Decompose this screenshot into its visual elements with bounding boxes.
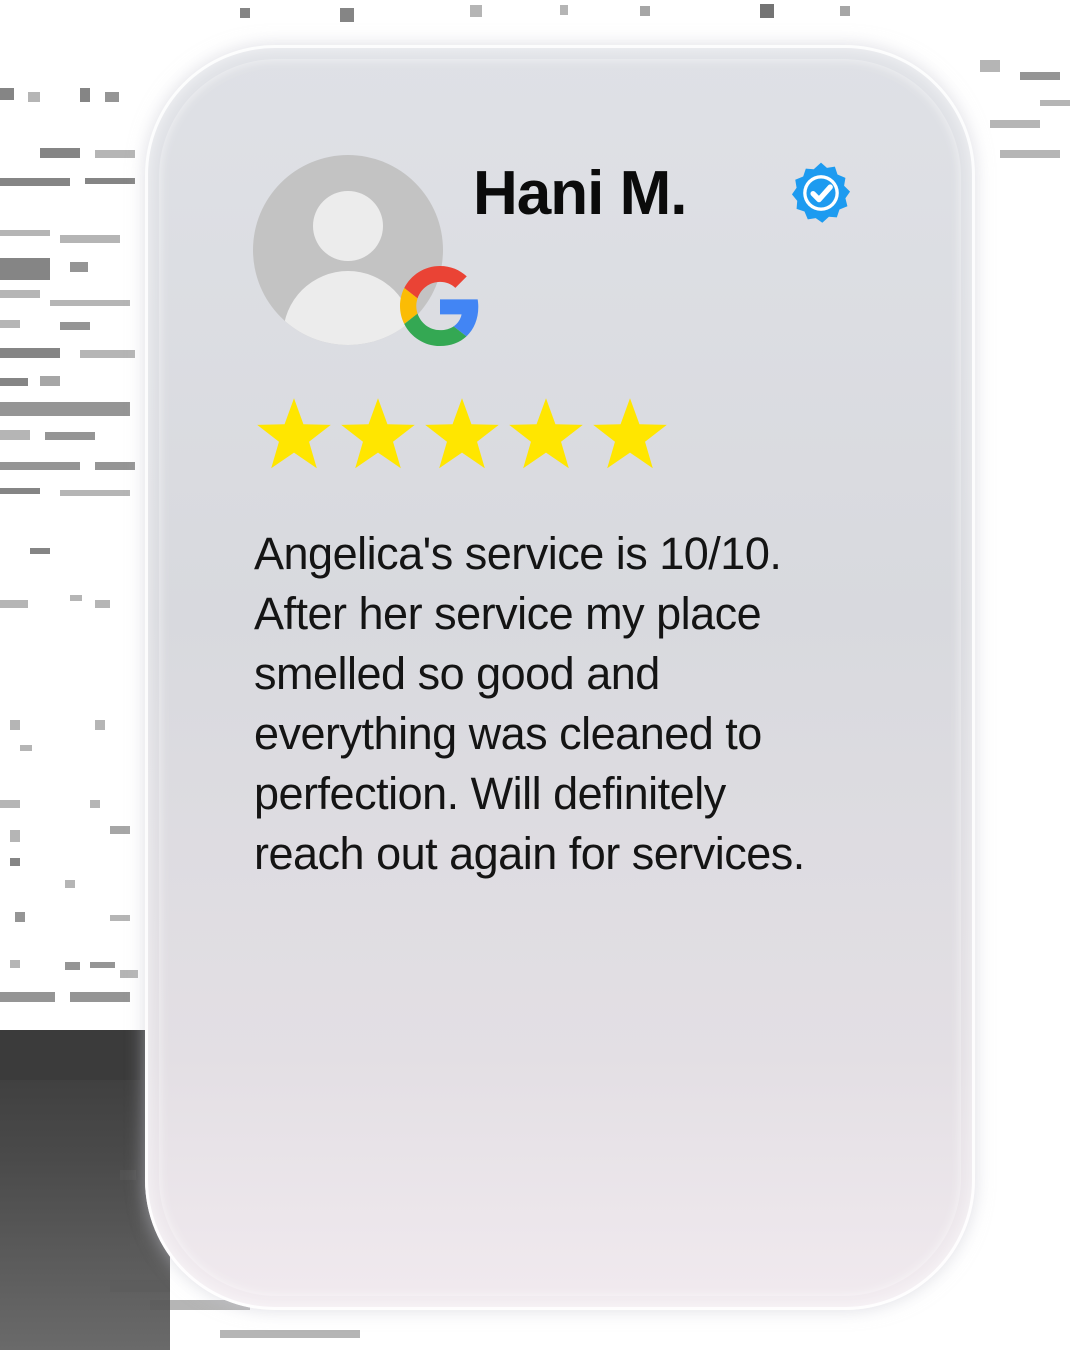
star-icon bbox=[341, 398, 415, 469]
glitch-pixel bbox=[130, 1240, 144, 1254]
glitch-pixel bbox=[10, 858, 20, 866]
avatar-body bbox=[283, 271, 413, 345]
glitch-pixel bbox=[60, 490, 130, 496]
glitch-pixel bbox=[40, 376, 60, 386]
glitch-pixel bbox=[120, 970, 138, 978]
glitch-pixel bbox=[0, 88, 14, 100]
glitch-pixel bbox=[80, 350, 135, 358]
glitch-pixel bbox=[0, 800, 20, 808]
glitch-pixel bbox=[0, 462, 80, 470]
glitch-pixel bbox=[70, 595, 82, 601]
glitch-pixel bbox=[10, 960, 20, 968]
reviewer-name: Hani M. bbox=[473, 159, 687, 228]
glitch-pixel bbox=[840, 6, 850, 16]
verified-badge-icon bbox=[791, 162, 851, 223]
star-icon bbox=[257, 398, 331, 469]
glitch-pixel bbox=[95, 600, 110, 608]
glitch-pixel bbox=[10, 830, 20, 842]
glitch-pixel bbox=[70, 992, 130, 1002]
glitch-pixel bbox=[120, 1170, 136, 1180]
glitch-pixel bbox=[990, 120, 1040, 128]
glitch-pixel bbox=[60, 235, 120, 243]
glitch-pixel bbox=[10, 720, 20, 730]
glitch-pixel bbox=[95, 150, 135, 158]
glitch-pixel bbox=[60, 322, 90, 330]
glitch-pixel bbox=[85, 178, 135, 184]
glitch-dark-strip bbox=[0, 1030, 140, 1080]
glitch-pixel bbox=[15, 912, 25, 922]
glitch-pixel bbox=[1020, 72, 1060, 80]
glitch-pixel bbox=[470, 5, 482, 17]
glitch-pixel bbox=[760, 4, 774, 18]
glitch-pixel bbox=[40, 148, 80, 158]
glitch-pixel bbox=[65, 880, 75, 888]
glitch-pixel bbox=[30, 548, 50, 554]
glitch-pixel bbox=[220, 1330, 360, 1338]
glitch-pixel bbox=[0, 178, 70, 186]
glitch-pixel bbox=[0, 402, 130, 416]
glitch-pixel bbox=[70, 262, 88, 272]
glitch-pixel bbox=[0, 258, 50, 280]
glitch-pixel bbox=[20, 745, 32, 751]
glitch-pixel bbox=[105, 92, 119, 102]
google-g-icon bbox=[400, 266, 479, 346]
glitch-pixel bbox=[95, 720, 105, 730]
glitch-pixel bbox=[110, 915, 130, 921]
glitch-pixel bbox=[110, 826, 130, 834]
glitch-pixel bbox=[0, 992, 55, 1002]
glitch-pixel bbox=[90, 800, 100, 808]
glitch-pixel bbox=[0, 230, 50, 236]
glitch-pixel bbox=[0, 320, 20, 328]
star-icon bbox=[425, 398, 499, 469]
glitch-pixel bbox=[0, 600, 28, 608]
glitch-pixel bbox=[50, 300, 130, 306]
glitch-pixel bbox=[0, 488, 40, 494]
glitch-pixel bbox=[0, 348, 60, 358]
glitch-pixel bbox=[1000, 150, 1060, 158]
glitch-pixel bbox=[95, 462, 135, 470]
glitch-pixel bbox=[110, 1280, 170, 1292]
glitch-pixel bbox=[1040, 100, 1070, 106]
glitch-pixel bbox=[980, 60, 1000, 72]
glitch-pixel bbox=[65, 962, 80, 970]
glitch-pixel bbox=[240, 8, 250, 18]
glitch-pixel bbox=[45, 432, 95, 440]
glitch-pixel bbox=[340, 8, 354, 22]
glitch-pixel bbox=[560, 5, 568, 15]
glitch-pixel bbox=[0, 430, 30, 440]
glitch-pixel bbox=[28, 92, 40, 102]
review-text: Angelica's service is 10/10. After her s… bbox=[254, 528, 805, 879]
glitch-pixel bbox=[90, 962, 115, 968]
glitch-pixel bbox=[80, 88, 90, 102]
star-rating bbox=[254, 395, 670, 475]
glitch-pixel bbox=[0, 378, 28, 386]
star-icon bbox=[593, 398, 667, 469]
avatar-head bbox=[313, 191, 383, 261]
star-icon bbox=[509, 398, 583, 469]
glitch-pixel bbox=[640, 6, 650, 16]
glitch-pixel bbox=[0, 290, 40, 298]
